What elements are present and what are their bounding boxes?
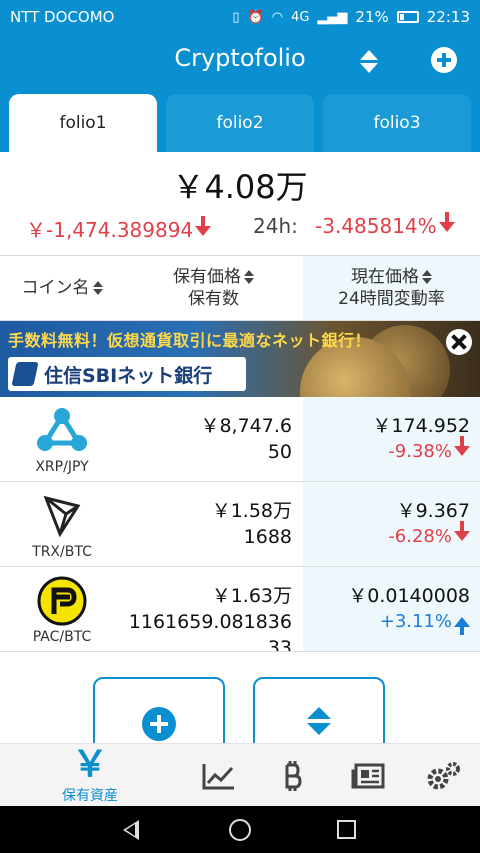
down-arrow-icon [454,436,470,456]
table-row[interactable]: PAC/BTC ￥1.63万 1161659.081836 33 ￥0.0140… [0,567,480,652]
down-arrow-icon [195,215,212,236]
change-amount: ￥-1,474.389894 [26,214,212,243]
ad-banner[interactable]: 手数料無料！仮想通貨取引に最適なネット銀行！ 住信SBIネット銀行 [0,321,480,397]
holding-value: ￥1.58万 [211,500,292,522]
nav-news[interactable] [345,744,391,807]
holding-amount: 1688 [243,526,292,548]
add-circle-icon [142,707,176,741]
close-icon[interactable] [446,329,472,355]
bitcoin-icon [285,760,302,791]
holding-value: ￥8,747.6 [200,415,292,437]
wifi-icon: ◠ [271,9,284,25]
yen-icon: ￥ [71,743,108,785]
ad-bank-name: 住信SBIネット銀行 [44,364,213,387]
sort-icon [422,270,432,284]
portfolio-summary: ￥4.08万 ￥-1,474.389894 24h: -3.485814% [0,152,480,255]
label-24h: 24h: [253,214,298,238]
trx-icon [28,492,96,540]
app-bar: Cryptofolio [0,34,480,88]
current-price: ￥0.0140008 [348,585,470,607]
table-row[interactable]: XRP/JPY ￥8,747.6 50 ￥174.952 -9.38% [0,397,480,482]
change-24h: +3.11% [380,611,470,635]
tab-folio3[interactable]: folio3 [323,94,471,152]
xrp-icon [28,407,96,455]
home-icon[interactable] [229,819,251,841]
status-bar: NTT DOCOMO ▯ ⏰ ◠ 4G ▂▄▆ 21% 22:13 [0,0,480,34]
change-24h: -3.485814% [315,211,455,238]
nav-assets[interactable]: ￥ 保有資産 [40,744,140,807]
holding-value: ￥1.63万 [211,585,292,607]
sort-icon [244,270,254,284]
tab-folio2[interactable]: folio2 [166,94,314,152]
news-icon [351,763,385,788]
sort-icon [92,281,103,295]
clock: 22:13 [426,8,470,26]
alarm-icon: ⏰ [247,9,264,25]
coin-pair: TRX/BTC [32,544,92,560]
down-arrow-icon [454,521,470,541]
battery-percent: 21% [355,8,389,26]
status-icons: ▯ ⏰ ◠ 4G ▂▄▆ 21% 22:13 [232,8,470,26]
nav-bitcoin[interactable] [270,744,316,807]
up-arrow-icon [454,617,470,635]
holding-amount: 1161659.081836 [128,611,292,633]
header-current-price[interactable]: 現在価格 24時間変動率 [303,256,480,320]
nav-settings[interactable] [418,744,468,807]
nav-assets-label: 保有資産 [62,787,118,804]
add-circle-icon[interactable] [431,47,457,73]
current-price: ￥9.367 [396,500,470,522]
network-label: 4G [291,9,310,25]
chart-icon [202,763,234,789]
system-nav-bar [0,806,480,853]
battery-icon [396,11,419,23]
current-price: ￥174.952 [372,415,470,437]
settings-icon [427,761,460,789]
nav-chart[interactable] [196,744,242,807]
tab-folio1[interactable]: folio1 [9,94,157,152]
back-icon[interactable] [123,820,139,840]
app-title: Cryptofolio [174,44,306,72]
recent-apps-icon[interactable] [337,820,356,839]
folio-tabs: folio1 folio2 folio3 [0,88,480,152]
table-row[interactable]: TRX/BTC ￥1.58万 1688 ￥9.367 -6.28% [0,482,480,567]
bottom-nav: ￥ 保有資産 [0,743,480,806]
header-holding[interactable]: 保有価格 保有数 [124,256,303,320]
ad-logo-box: 住信SBIネット銀行 [8,357,246,391]
signal-icon: ▂▄▆ [317,9,348,25]
change-24h: -6.28% [388,521,470,547]
header-coin-name[interactable]: コイン名 [0,256,124,320]
holding-amount-overflow: 33 [267,637,292,652]
vibrate-icon: ▯ [232,9,240,25]
holding-amount: 50 [267,441,292,463]
down-arrow-icon [438,211,455,232]
table-header: コイン名 保有価格 保有数 現在価格 24時間変動率 [0,255,480,321]
coin-pair: XRP/JPY [35,459,89,475]
change-24h: -9.38% [388,436,470,462]
carrier-label: NTT DOCOMO [10,8,115,26]
ad-headline: 手数料無料！仮想通貨取引に最適なネット銀行！ [8,331,372,350]
sort-icon[interactable] [354,46,384,76]
total-value: ￥4.08万 [172,168,308,206]
coin-pair: PAC/BTC [32,629,92,645]
bank-logo-icon [11,362,39,386]
pac-icon [28,576,96,626]
sort-icon [307,707,331,735]
